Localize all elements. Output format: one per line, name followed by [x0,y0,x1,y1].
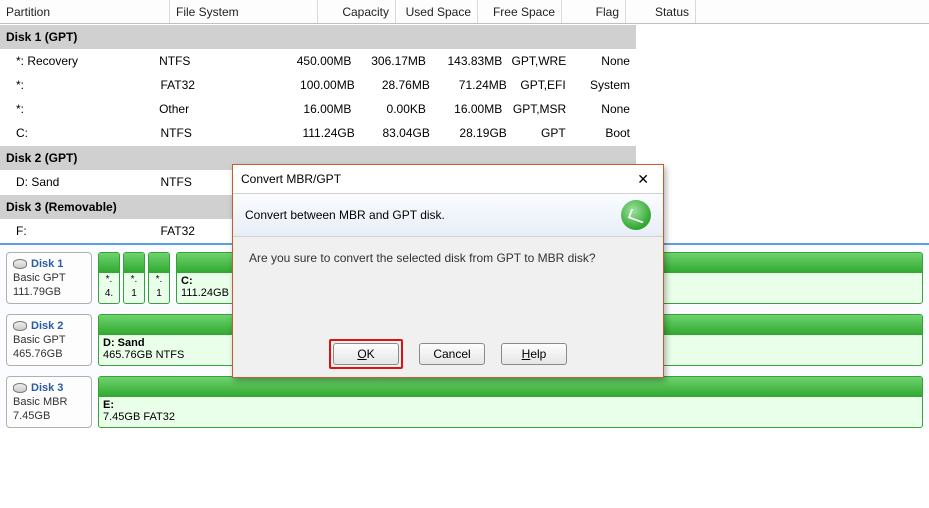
table-header: Partition File System Capacity Used Spac… [0,0,929,24]
ok-button[interactable]: OK [333,343,399,365]
disk-icon [13,321,27,331]
col-status[interactable]: Status [626,0,696,23]
table-row[interactable]: C: NTFS 111.24GB 83.04GB 28.19GB GPT Boo… [0,121,636,145]
col-flag[interactable]: Flag [562,0,626,23]
cancel-button[interactable]: Cancel [419,343,485,365]
partition-block[interactable]: *.1 [123,252,145,304]
disk-card: Disk 3 Basic MBR 7.45GB E:7.45GB FAT32 [6,376,923,428]
dialog-subtitle: Convert between MBR and GPT disk. [245,208,445,222]
col-free-space[interactable]: Free Space [478,0,562,23]
convert-icon [621,200,651,230]
table-row[interactable]: *: Other 16.00MB 0.00KB 16.00MB GPT,MSR … [0,97,636,121]
col-used-space[interactable]: Used Space [396,0,478,23]
disk-group-header[interactable]: Disk 1 (GPT) [0,24,636,49]
disk-meta[interactable]: Disk 2 Basic GPT 465.76GB [6,314,92,366]
convert-dialog: Convert MBR/GPT ✕ Convert between MBR an… [232,164,664,378]
ok-label: K [367,347,375,361]
disk-icon [13,259,27,269]
dialog-header: Convert between MBR and GPT disk. [233,193,663,237]
close-icon[interactable]: ✕ [631,169,655,190]
table-row[interactable]: *: Recovery NTFS 450.00MB 306.17MB 143.8… [0,49,636,73]
partition-block[interactable]: *.4. [98,252,120,304]
col-capacity[interactable]: Capacity [318,0,396,23]
table-row[interactable]: *: FAT32 100.00MB 28.76MB 71.24MB GPT,EF… [0,73,636,97]
col-partition[interactable]: Partition [0,0,170,23]
disk-icon [13,383,27,393]
help-button[interactable]: Help [501,343,567,365]
disk-meta[interactable]: Disk 3 Basic MBR 7.45GB [6,376,92,428]
partition-block[interactable]: E:7.45GB FAT32 [98,376,923,428]
dialog-title-text: Convert MBR/GPT [241,172,341,186]
dialog-titlebar: Convert MBR/GPT ✕ [233,165,663,193]
col-filesystem[interactable]: File System [170,0,318,23]
ok-highlight: OK [329,339,403,369]
dialog-body: Are you sure to convert the selected dis… [233,237,663,331]
partition-block[interactable]: *.1 [148,252,170,304]
dialog-question: Are you sure to convert the selected dis… [249,251,596,265]
disk-meta[interactable]: Disk 1 Basic GPT 111.79GB [6,252,92,304]
dialog-buttons: OK Cancel Help [233,331,663,377]
partition-label: *: Recovery [6,54,78,68]
